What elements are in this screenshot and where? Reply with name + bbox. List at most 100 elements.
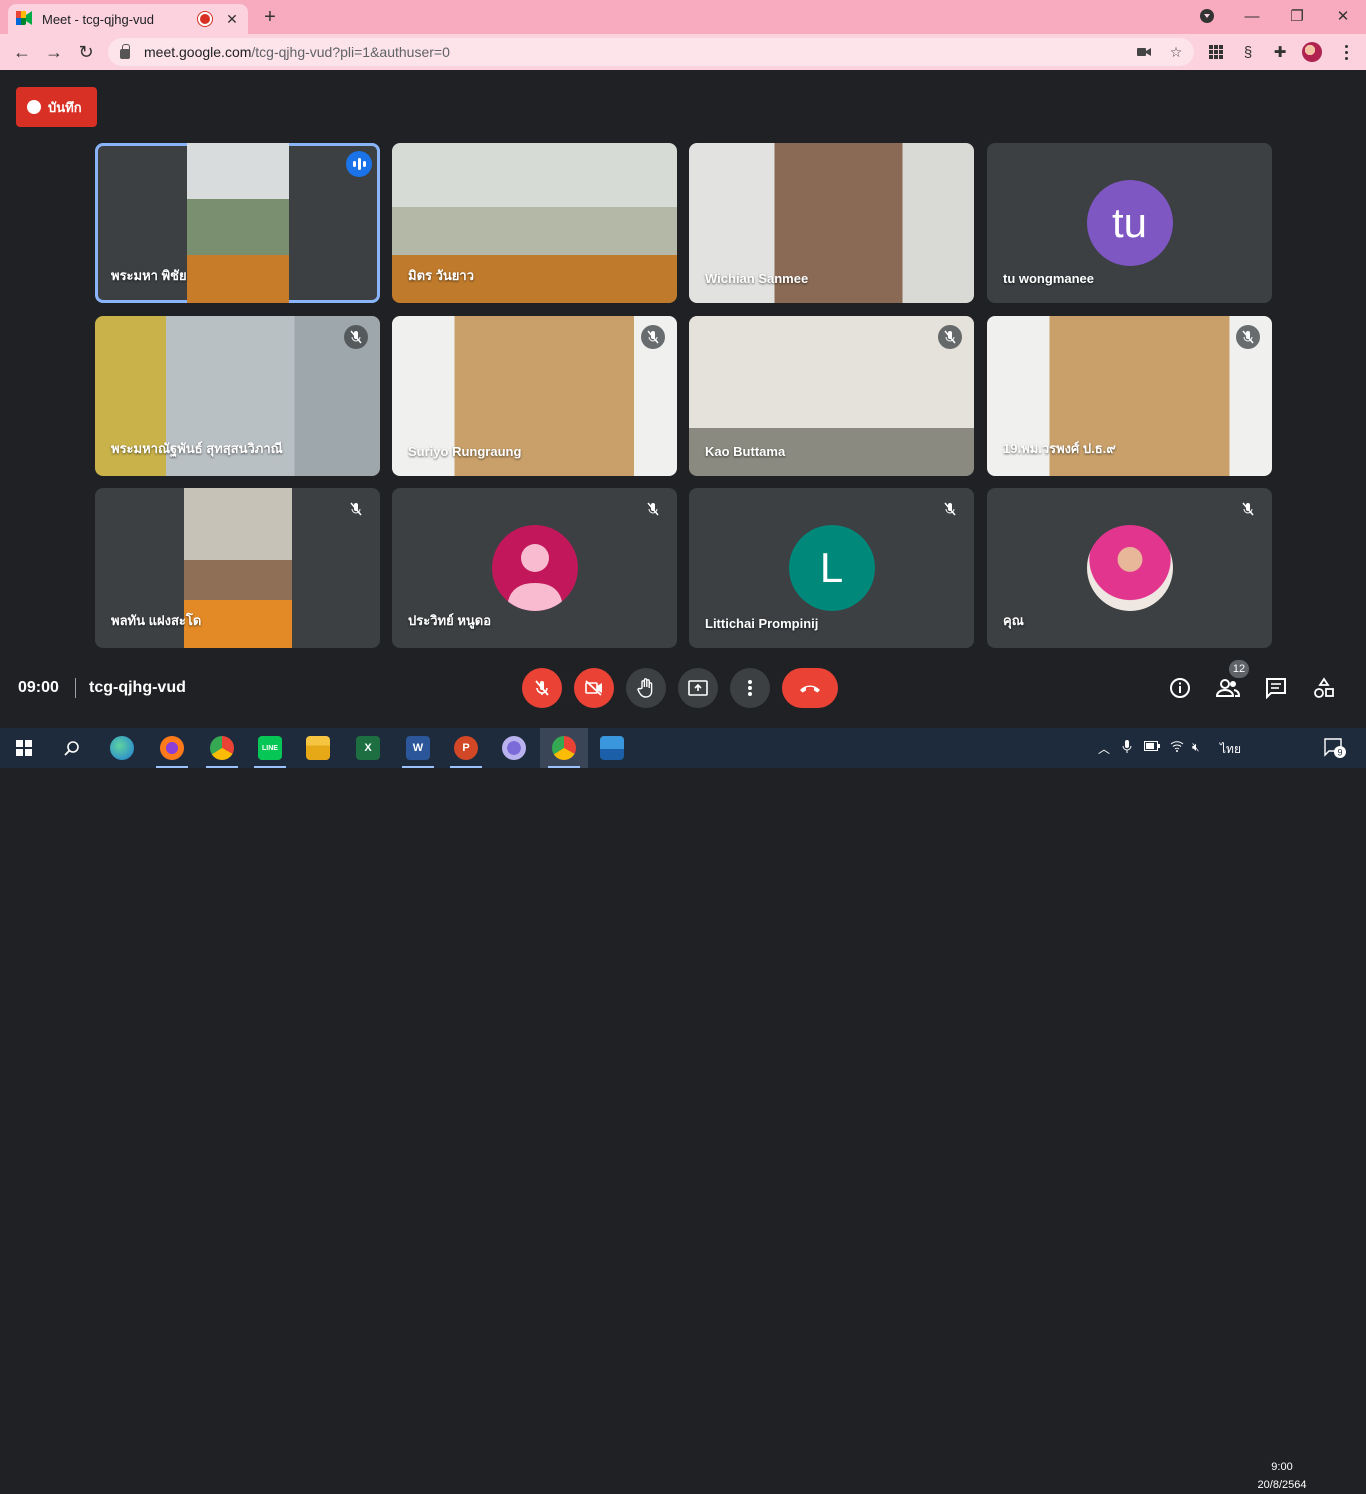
input-language[interactable]: ไทย (1220, 740, 1241, 759)
activities-icon[interactable] (1312, 676, 1336, 700)
mic-off-icon (1236, 325, 1260, 349)
chrome-icon (552, 736, 576, 760)
file-explorer-app[interactable] (294, 728, 342, 768)
participant-name: พระมหา พิชัย (111, 268, 187, 283)
address-bar[interactable]: meet.google.com/tcg-qjhg-vud?pli=1&authu… (108, 38, 1194, 66)
participant-tile[interactable]: พระมหา พิชัย (95, 143, 380, 303)
present-screen-button[interactable] (678, 668, 718, 708)
firefox-app[interactable] (148, 728, 196, 768)
participant-tile[interactable]: มิตร วันยาว (392, 143, 677, 303)
recording-chip[interactable]: บันทึก (16, 87, 97, 127)
participant-tile[interactable]: L Littichai Prompinij (689, 488, 974, 648)
participant-tile[interactable]: คุณ (987, 488, 1272, 648)
camera-toggle-button[interactable] (574, 668, 614, 708)
microphone-tray-icon[interactable] (1122, 740, 1132, 757)
tab-close-icon[interactable]: ✕ (224, 11, 240, 28)
mic-off-icon (641, 325, 665, 349)
chrome-icon (210, 736, 234, 760)
url-text: meet.google.com/tcg-qjhg-vud?pli=1&authu… (144, 44, 450, 60)
taskbar-date: 20/8/2564 (1257, 1479, 1307, 1491)
more-vert-icon (748, 680, 752, 696)
raise-hand-button[interactable] (626, 668, 666, 708)
present-icon (688, 680, 708, 696)
svg-text:9: 9 (1337, 748, 1342, 758)
mic-off-icon (535, 680, 549, 696)
leave-call-button[interactable] (782, 668, 838, 708)
chrome-active-app[interactable] (540, 728, 588, 768)
participant-tile[interactable]: ประวิทย์ หนูดอ (392, 488, 677, 648)
maximize-button[interactable]: ❐ (1285, 4, 1309, 28)
bookmark-star-icon[interactable]: ☆ (1168, 44, 1184, 60)
line-app[interactable]: LINE (246, 728, 294, 768)
taskbar-clock[interactable]: 9:00 20/8/2564 (1252, 1458, 1312, 1494)
back-button[interactable]: ← (10, 40, 34, 64)
default-avatar-icon (491, 525, 578, 611)
powerpoint-app[interactable]: P (442, 728, 490, 768)
browser-toolbar: ← → ↻ meet.google.com/tcg-qjhg-vud?pli=1… (0, 34, 1366, 70)
show-hidden-icons-icon[interactable]: ︿ (1098, 740, 1110, 757)
hand-icon (637, 678, 653, 698)
participant-name: พระมหาณัฐพันธ์ สุทสฺสนวิภาณี (111, 441, 283, 456)
camera-off-icon (585, 680, 602, 696)
meeting-code: tcg-qjhg-vud (89, 679, 186, 696)
participant-avatar-photo (1086, 525, 1173, 611)
browser-tab-meet[interactable]: Meet - tcg-qjhg-vud ✕ (8, 4, 248, 34)
more-options-button[interactable] (730, 668, 770, 708)
torrent-app[interactable] (490, 728, 538, 768)
chat-icon[interactable] (1264, 676, 1288, 700)
notification-center-icon[interactable]: 9 (1324, 738, 1346, 761)
record-dot-icon (27, 100, 41, 114)
forward-button[interactable]: → (42, 40, 66, 64)
folder-icon (306, 736, 330, 760)
word-app[interactable]: W (394, 728, 442, 768)
divider (75, 678, 76, 698)
participant-tile[interactable]: Wichian Sanmee (689, 143, 974, 303)
participant-avatar: tu (1086, 180, 1173, 266)
browser-menu-icon[interactable] (1336, 42, 1356, 62)
extension-grid-icon[interactable] (1207, 43, 1225, 61)
battery-icon[interactable] (1144, 740, 1160, 754)
participants-icon[interactable] (1216, 676, 1240, 700)
wifi-icon[interactable] (1170, 740, 1184, 755)
minimize-button[interactable]: — (1240, 4, 1264, 28)
participant-tile[interactable]: Kao Buttama (689, 316, 974, 476)
lock-icon (120, 44, 130, 59)
close-window-button[interactable]: ✕ (1331, 4, 1355, 28)
reload-button[interactable]: ↻ (74, 40, 98, 64)
excel-icon: X (356, 736, 380, 760)
torrent-icon (502, 736, 526, 760)
profile-avatar[interactable] (1302, 42, 1322, 62)
volume-muted-icon[interactable]: 🔇︎ (1192, 740, 1200, 755)
record-label: บันทึก (48, 99, 82, 115)
participant-tile[interactable]: 19.พม.วรพงศ์ ป.ธ.๙ (987, 316, 1272, 476)
mic-off-icon (344, 497, 368, 521)
participant-name: Kao Buttama (705, 444, 786, 459)
participant-tile[interactable]: Suriyo Rungraung (392, 316, 677, 476)
puzzle-extensions-icon[interactable]: ✚ (1271, 43, 1289, 61)
participant-name: 19.พม.วรพงศ์ ป.ธ.๙ (1003, 441, 1116, 456)
participant-tile[interactable]: พระมหาณัฐพันธ์ สุทสฺสนวิภาณี (95, 316, 380, 476)
participant-name: Suriyo Rungraung (408, 444, 522, 459)
taskbar-time: 9:00 (1271, 1461, 1293, 1473)
mic-off-icon (641, 497, 665, 521)
meeting-details-icon[interactable] (1168, 676, 1192, 700)
participant-tile[interactable]: พลทัน แฝงสะโด (95, 488, 380, 648)
extension-icon[interactable]: § (1239, 43, 1257, 61)
search-icon (64, 741, 79, 756)
chrome-app[interactable] (198, 728, 246, 768)
mic-off-icon (344, 325, 368, 349)
photos-app[interactable] (588, 728, 636, 768)
camera-icon[interactable] (1136, 44, 1152, 60)
recording-indicator-icon (198, 12, 212, 26)
start-button[interactable] (0, 728, 48, 768)
participant-name: Wichian Sanmee (705, 271, 809, 286)
search-button[interactable] (48, 728, 96, 768)
microphone-toggle-button[interactable] (522, 668, 562, 708)
new-tab-button[interactable]: + (260, 6, 280, 28)
participant-name: Littichai Prompinij (705, 616, 819, 631)
edge-icon (110, 736, 134, 760)
participant-tile[interactable]: tu tu wongmanee (987, 143, 1272, 303)
tab-search-icon[interactable] (1200, 9, 1214, 23)
excel-app[interactable]: X (344, 728, 392, 768)
edge-app[interactable] (98, 728, 146, 768)
